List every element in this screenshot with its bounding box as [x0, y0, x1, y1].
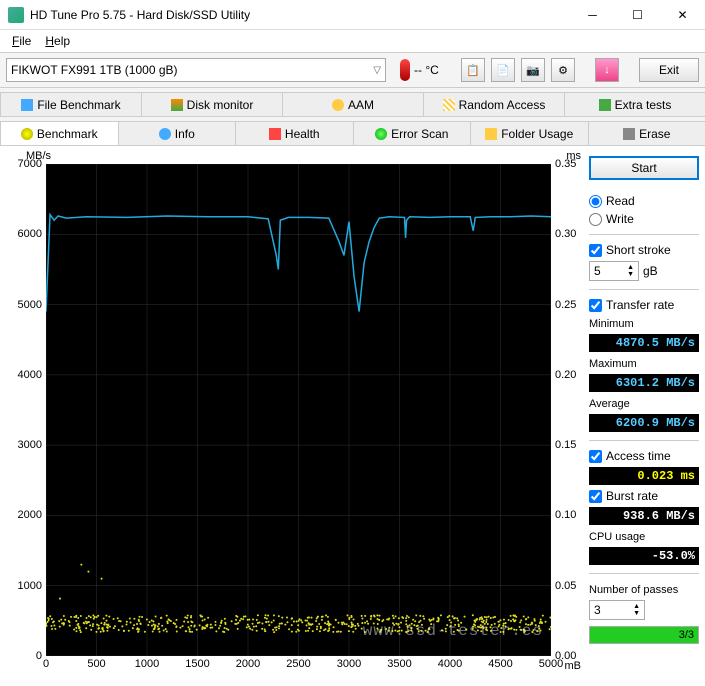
temperature-display: -- °C [400, 59, 439, 81]
close-button[interactable]: ✕ [660, 0, 705, 30]
app-icon [8, 7, 24, 23]
erase-icon [623, 128, 635, 140]
tab-folder-usage[interactable]: Folder Usage [470, 121, 589, 145]
chevron-down-icon: ▽ [373, 65, 381, 76]
chart-container: MB/s ms 01000200030004000500060007000 0.… [6, 152, 583, 680]
main-area: MB/s ms 01000200030004000500060007000 0.… [0, 146, 705, 686]
y-ticks-right: 0.000.050.100.150.200.250.300.35 [553, 164, 583, 656]
y-ticks-left: 01000200030004000500060007000 [6, 164, 44, 656]
start-button[interactable]: Start [589, 156, 699, 180]
spinner-icon[interactable]: ▲▼ [633, 603, 640, 617]
tab-erase[interactable]: Erase [588, 121, 705, 145]
x-axis-unit: mB [565, 660, 582, 672]
toolbar: FIKWOT FX991 1TB (1000 gB) ▽ -- °C 📋 📄 📷… [0, 52, 705, 88]
burst-rate-check[interactable]: Burst rate [589, 489, 699, 503]
drive-select[interactable]: FIKWOT FX991 1TB (1000 gB) ▽ [6, 58, 386, 82]
random-access-icon [443, 99, 455, 111]
tab-benchmark[interactable]: Benchmark [0, 121, 119, 145]
short-stroke-input[interactable]: 5▲▼ [589, 261, 639, 281]
tab-extra-tests[interactable]: Extra tests [564, 92, 705, 116]
save-button[interactable]: ↓ [595, 58, 619, 82]
exit-button[interactable]: Exit [639, 58, 699, 82]
burst-rate-value: 938.6 MB/s [589, 507, 699, 525]
passes-input[interactable]: 3▲▼ [589, 600, 645, 620]
minimize-button[interactable]: ─ [570, 0, 615, 30]
copy-info-button[interactable]: 📋 [461, 58, 485, 82]
short-stroke-unit: gB [643, 264, 658, 278]
spinner-icon[interactable]: ▲▼ [627, 264, 634, 278]
minimum-label: Minimum [589, 318, 699, 330]
aam-icon [332, 99, 344, 111]
x-ticks: 0500100015002000250030003500400045005000 [46, 658, 551, 672]
tabs-upper: File Benchmark Disk monitor AAM Random A… [0, 88, 705, 117]
menu-help[interactable]: Help [39, 32, 76, 50]
average-value: 6200.9 MB/s [589, 414, 699, 432]
tab-info[interactable]: Info [118, 121, 237, 145]
disk-monitor-icon [171, 99, 183, 111]
copy-screenshot-button[interactable]: 📄 [491, 58, 515, 82]
benchmark-chart: www.ssd-tester.es [46, 164, 551, 656]
error-scan-icon [375, 128, 387, 140]
write-radio[interactable]: Write [589, 212, 699, 226]
tab-random-access[interactable]: Random Access [423, 92, 565, 116]
read-radio[interactable]: Read [589, 194, 699, 208]
access-time-value: 0.023 ms [589, 467, 699, 485]
folder-usage-icon [485, 128, 497, 140]
tabs-lower: Benchmark Info Health Error Scan Folder … [0, 117, 705, 146]
menubar: File Help [0, 30, 705, 52]
temperature-value: -- °C [414, 63, 439, 77]
titlebar: HD Tune Pro 5.75 - Hard Disk/SSD Utility… [0, 0, 705, 30]
maximum-label: Maximum [589, 358, 699, 370]
minimum-value: 4870.5 MB/s [589, 334, 699, 352]
progress-bar: 3/3 [589, 626, 699, 644]
menu-file[interactable]: File [6, 32, 37, 50]
drive-name: FIKWOT FX991 1TB (1000 gB) [11, 63, 178, 77]
tab-health[interactable]: Health [235, 121, 354, 145]
tab-aam[interactable]: AAM [282, 92, 424, 116]
tab-error-scan[interactable]: Error Scan [353, 121, 472, 145]
maximum-value: 6301.2 MB/s [589, 374, 699, 392]
file-benchmark-icon [21, 99, 33, 111]
cpu-usage-label: CPU usage [589, 531, 699, 543]
info-icon [159, 128, 171, 140]
health-icon [269, 128, 281, 140]
short-stroke-check[interactable]: Short stroke [589, 243, 699, 257]
progress-text: 3/3 [679, 629, 694, 641]
screenshot-button[interactable]: 📷 [521, 58, 545, 82]
tab-file-benchmark[interactable]: File Benchmark [0, 92, 142, 116]
thermometer-icon [400, 59, 410, 81]
options-button[interactable]: ⚙ [551, 58, 575, 82]
access-time-check[interactable]: Access time [589, 449, 699, 463]
passes-label: Number of passes [589, 584, 699, 596]
transfer-rate-check[interactable]: Transfer rate [589, 298, 699, 312]
maximize-button[interactable]: ☐ [615, 0, 660, 30]
cpu-usage-value: -53.0% [589, 547, 699, 565]
tab-disk-monitor[interactable]: Disk monitor [141, 92, 283, 116]
extra-tests-icon [599, 99, 611, 111]
side-panel: Start Read Write Short stroke 5▲▼ gB Tra… [589, 152, 699, 680]
average-label: Average [589, 398, 699, 410]
benchmark-icon [21, 128, 33, 140]
window-title: HD Tune Pro 5.75 - Hard Disk/SSD Utility [30, 8, 570, 22]
